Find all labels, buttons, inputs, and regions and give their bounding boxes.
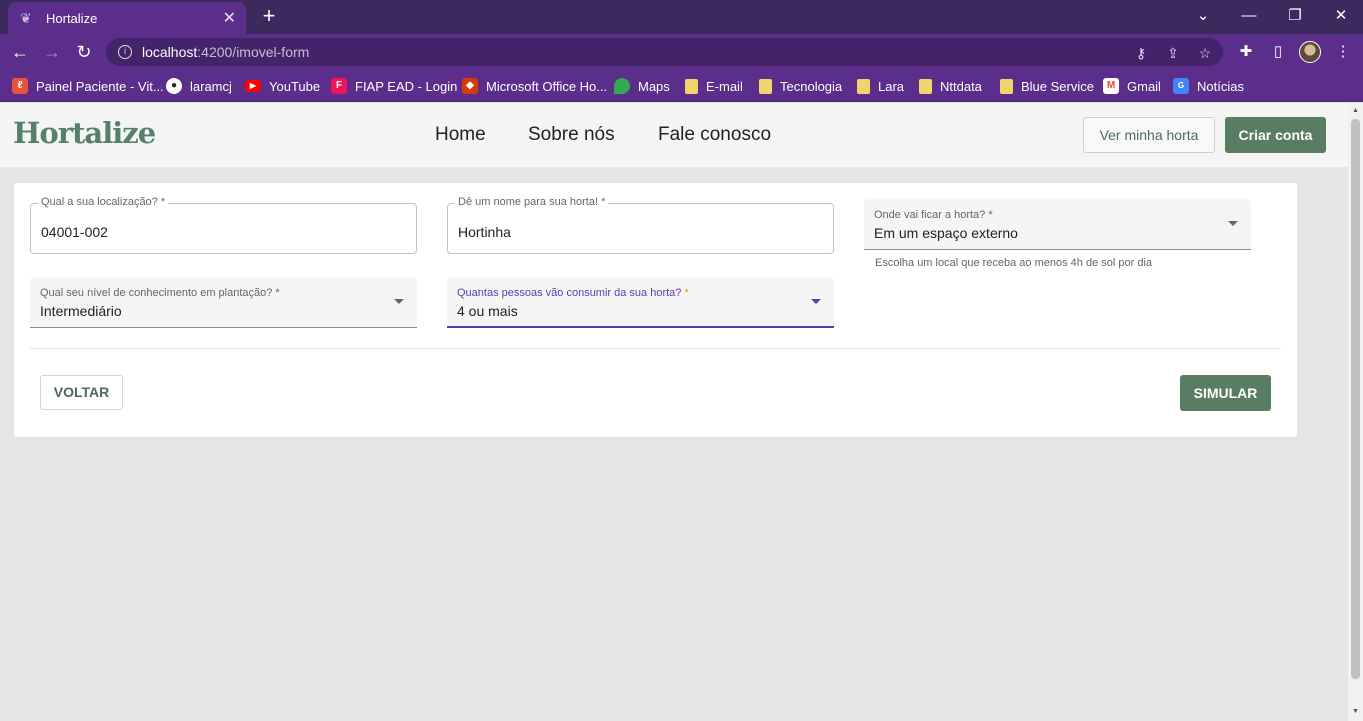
- pessoas-value: 4 ou mais: [457, 303, 518, 319]
- bookmark-lara-folder[interactable]: Lara: [857, 76, 904, 96]
- hortalize-logo[interactable]: Hortalize: [13, 116, 156, 150]
- side-panel-icon[interactable]: ▯: [1268, 42, 1288, 62]
- maps-icon: [614, 78, 630, 94]
- criar-conta-button[interactable]: Criar conta: [1225, 117, 1326, 153]
- voltar-button[interactable]: VOLTAR: [40, 375, 123, 410]
- back-icon[interactable]: ←: [8, 40, 32, 64]
- github-icon: ●: [166, 78, 182, 94]
- bookmark-fiap[interactable]: F FIAP EAD - Login: [331, 76, 457, 96]
- local-horta-hint: Escolha um local que receba ao menos 4h …: [875, 257, 1153, 269]
- localizacao-field[interactable]: Qual a sua localização? * 04001-002: [30, 196, 417, 254]
- scrollbar-thumb[interactable]: [1351, 119, 1360, 679]
- conhecimento-label: Qual seu nível de conhecimento em planta…: [40, 287, 280, 299]
- nav-fale-conosco[interactable]: Fale conosco: [658, 124, 771, 146]
- youtube-icon: ▶: [245, 80, 261, 92]
- bookmark-nttdata-folder[interactable]: Nttdata: [919, 76, 982, 96]
- bookmark-gmail[interactable]: M Gmail: [1103, 76, 1161, 96]
- bookmark-painel[interactable]: ℓ Painel Paciente - Vit...: [12, 76, 164, 96]
- menu-kebab-icon[interactable]: ⋮: [1333, 42, 1353, 62]
- conhecimento-select[interactable]: Qual seu nível de conhecimento em planta…: [30, 277, 417, 328]
- bookmarks-bar: ℓ Painel Paciente - Vit... ● laramcj ▶ YouT…: [0, 70, 1363, 102]
- nome-horta-field[interactable]: Dê um nome para sua horta! * Hortinha: [447, 196, 834, 254]
- local-horta-label: Onde vai ficar a horta? *: [874, 209, 993, 221]
- folder-icon: [1000, 78, 1013, 94]
- close-window-icon[interactable]: ✕: [1326, 4, 1356, 28]
- bookmark-blue-service-folder[interactable]: Blue Service: [1000, 76, 1094, 96]
- extensions-icon[interactable]: ✚: [1236, 42, 1256, 62]
- url-host: localhost: [142, 44, 198, 60]
- browser-tab[interactable]: ❦ Hortalize ✕: [8, 2, 246, 34]
- pessoas-label: Quantas pessoas vão consumir da sua hort…: [457, 287, 689, 299]
- new-tab-icon[interactable]: +: [258, 5, 280, 27]
- page-scrollbar[interactable]: ▲ ▼: [1348, 103, 1363, 721]
- share-icon[interactable]: ⇪: [1164, 44, 1182, 62]
- required-mark: *: [684, 287, 689, 299]
- browser-toolbar: ← → ↻ i localhost:4200/imovel-form ⚷ ⇪ ☆…: [0, 34, 1363, 70]
- simular-button[interactable]: SIMULAR: [1180, 375, 1271, 411]
- hortalize-favicon-icon: ❦: [20, 10, 32, 26]
- bookmark-maps[interactable]: Maps: [614, 76, 670, 96]
- folder-icon: [759, 78, 772, 94]
- nome-horta-value: Hortinha: [458, 224, 511, 240]
- ver-minha-horta-button[interactable]: Ver minha horta: [1083, 117, 1215, 153]
- site-info-icon[interactable]: i: [118, 45, 132, 59]
- site-header: Hortalize Home Sobre nós Fale conosco Ve…: [0, 103, 1348, 167]
- reload-icon[interactable]: ↻: [72, 40, 96, 64]
- conhecimento-value: Intermediário: [40, 303, 122, 319]
- localizacao-value: 04001-002: [41, 224, 108, 240]
- dropdown-arrow-icon: [811, 299, 821, 304]
- local-horta-select[interactable]: Onde vai ficar a horta? * Em um espaço e…: [864, 199, 1251, 250]
- close-tab-icon[interactable]: ✕: [223, 8, 236, 28]
- painel-icon: ℓ: [12, 78, 28, 94]
- browser-tab-strip: ❦ Hortalize ✕ + ⌄ — ❐ ✕: [0, 0, 1363, 34]
- bookmark-youtube[interactable]: ▶ YouTube: [245, 76, 320, 96]
- page-viewport: Hortalize Home Sobre nós Fale conosco Ve…: [0, 103, 1363, 721]
- local-horta-value: Em um espaço externo: [874, 225, 1018, 241]
- scroll-down-icon[interactable]: ▼: [1351, 707, 1360, 717]
- dropdown-arrow-icon: [394, 299, 404, 304]
- key-icon[interactable]: ⚷: [1132, 44, 1150, 62]
- bookmark-star-icon[interactable]: ☆: [1196, 44, 1214, 62]
- nav-home[interactable]: Home: [435, 124, 486, 146]
- dropdown-arrow-icon: [1228, 221, 1238, 226]
- tab-search-chevron-icon[interactable]: ⌄: [1188, 4, 1218, 28]
- restore-icon[interactable]: ❐: [1280, 4, 1310, 28]
- pessoas-select[interactable]: Quantas pessoas vão consumir da sua hort…: [447, 277, 834, 328]
- bookmark-email-folder[interactable]: E-mail: [685, 76, 743, 96]
- scroll-up-icon[interactable]: ▲: [1351, 106, 1360, 116]
- url-path: :4200/imovel-form: [197, 44, 310, 60]
- forward-icon[interactable]: →: [40, 40, 64, 64]
- minimize-icon[interactable]: —: [1234, 4, 1264, 28]
- nav-sobre-nos[interactable]: Sobre nós: [528, 124, 615, 146]
- address-bar[interactable]: i localhost:4200/imovel-form ⚷ ⇪ ☆: [106, 38, 1223, 66]
- bookmark-noticias[interactable]: G Notícias: [1173, 76, 1244, 96]
- news-icon: G: [1173, 78, 1189, 94]
- tab-title: Hortalize: [46, 10, 98, 26]
- folder-icon: [685, 78, 698, 94]
- profile-avatar[interactable]: [1299, 41, 1321, 63]
- fiap-icon: F: [331, 78, 347, 94]
- gmail-icon: M: [1103, 78, 1119, 94]
- form-card: Qual a sua localização? * 04001-002 Dê u…: [14, 183, 1297, 437]
- folder-icon: [857, 78, 870, 94]
- folder-icon: [919, 78, 932, 94]
- nome-horta-label: Dê um nome para sua horta! *: [455, 196, 609, 208]
- bookmark-laramcj[interactable]: ● laramcj: [166, 76, 232, 96]
- bookmark-office[interactable]: ◆ Microsoft Office Ho...: [462, 76, 607, 96]
- form-divider: [30, 348, 1281, 349]
- office-icon: ◆: [462, 78, 478, 94]
- bookmark-tecnologia-folder[interactable]: Tecnologia: [759, 76, 842, 96]
- localizacao-label: Qual a sua localização? *: [38, 196, 169, 208]
